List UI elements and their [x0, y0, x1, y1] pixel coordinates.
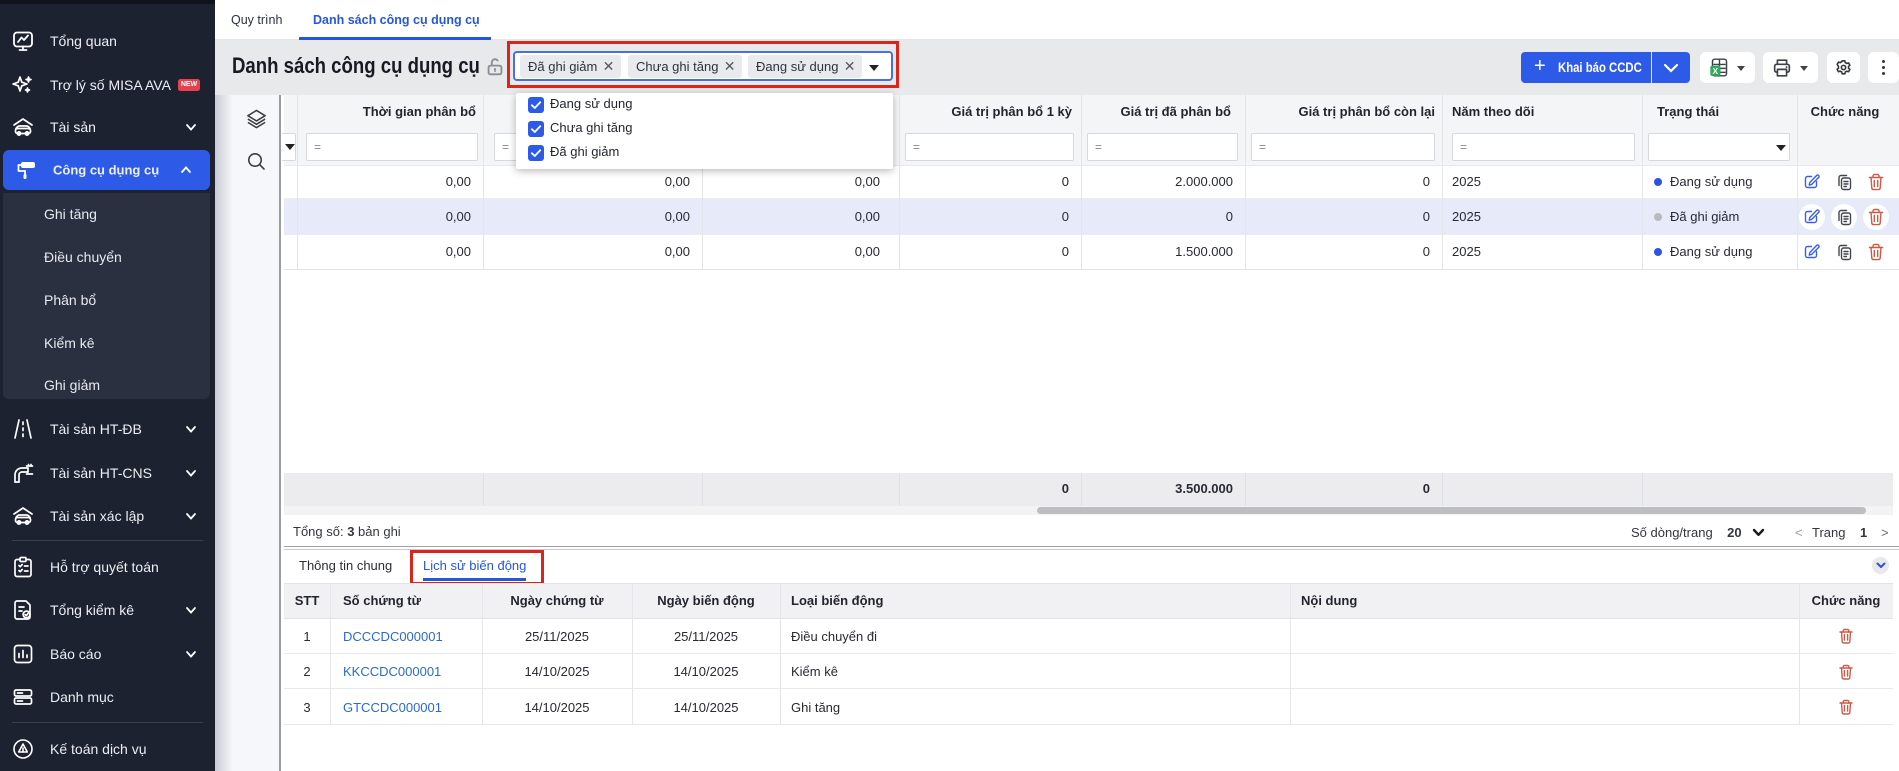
svg-text:X: X — [1713, 66, 1719, 76]
